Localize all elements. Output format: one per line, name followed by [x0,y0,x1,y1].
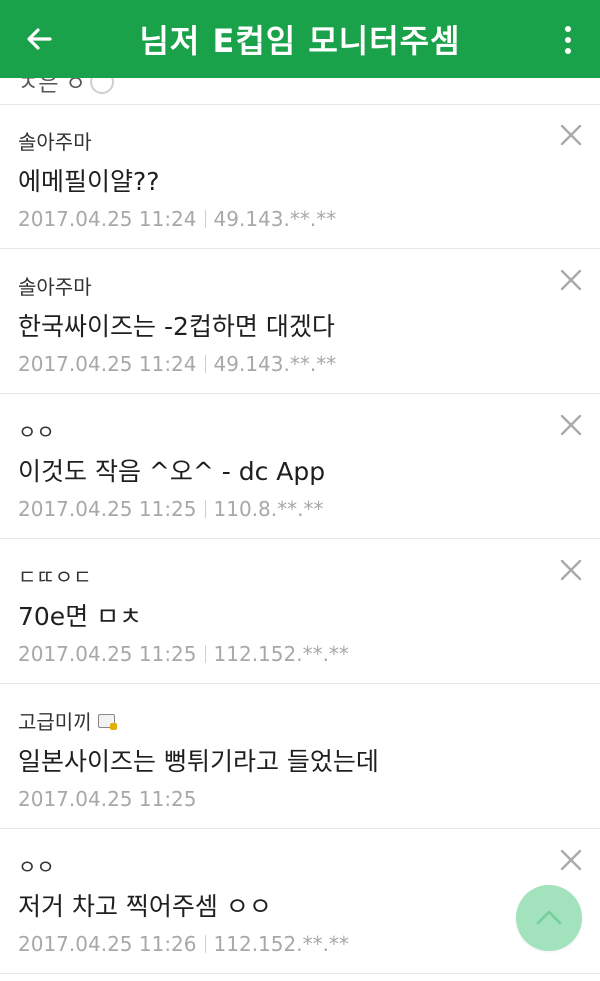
comment-ip: 112.152.**.** [213,932,349,956]
comment-author: 고급미끼 [18,706,117,735]
delete-comment-button[interactable] [558,847,584,873]
delete-comment-button[interactable] [558,267,584,293]
comment-date: 2017.04.25 11:25 [18,642,197,666]
delete-comment-button[interactable] [558,122,584,148]
comment-item: 솔아주마 한국싸이즈는 -2컵하면 대겠다 2017.04.25 11:24 4… [0,249,600,394]
comment-body: 저거 차고 찍어주셈 ㅇㅇ [18,892,272,921]
comment-meta: 2017.04.25 11:25 110.8.**.** [18,497,324,521]
comment-date: 2017.04.25 11:24 [18,352,197,376]
comment-author: ㅇㅇ [18,855,55,879]
comment-author: ㅇㅇ [18,420,55,444]
more-vert-icon [565,26,571,32]
comment-body: 에메필이얄?? [18,167,160,196]
comment-author: 솔아주마 [18,130,92,154]
comment-ip: 49.143.**.** [213,352,337,376]
comment-meta: 2017.04.25 11:25 [18,787,197,811]
meta-divider [204,935,206,953]
comment-date: 2017.04.25 11:25 [18,787,197,811]
meta-divider [204,355,206,373]
member-lock-icon [97,713,117,730]
arrow-left-icon [27,28,52,50]
app-bar: 님저 E컵임 모니터주셈 [0,0,600,78]
delete-comment-button[interactable] [558,557,584,583]
comment-item: ㄷㄸㅇㄷ 70e면 ㅁㅊ 2017.04.25 11:25 112.152.**… [0,539,600,684]
comment-date: 2017.04.25 11:24 [18,207,197,231]
comment-author: 솔아주마 [18,275,92,299]
back-button[interactable] [20,20,58,58]
comment-meta: 2017.04.25 11:25 112.152.**.** [18,642,349,666]
page-title: 님저 E컵임 모니터주셈 [139,22,461,60]
comment-author: ㄷㄸㅇㄷ [18,565,92,589]
comment-body: 이것도 작음 ^오^ - dc App [18,457,326,486]
comment-ip: 110.8.**.** [213,497,324,521]
comment-item: ㅇㅇ 저거 차고 찍어주셈 ㅇㅇ 2017.04.25 11:26 112.15… [0,829,600,974]
comment-ip: 112.152.**.** [213,642,349,666]
comment-ip: 49.143.**.** [213,207,337,231]
comment-body: 70e면 ㅁㅊ [18,602,143,631]
meta-divider [204,645,206,663]
meta-divider [204,210,206,228]
comment-item: 고급미끼 일본사이즈는 뻥튀기라고 들었는데 2017.04.25 11:25 [0,684,600,829]
comment-meta: 2017.04.25 11:26 112.152.**.** [18,932,349,956]
comment-list: 솔아주마 에메필이얄?? 2017.04.25 11:24 49.143.**.… [0,104,600,974]
comment-date: 2017.04.25 11:25 [18,497,197,521]
comment-date: 2017.04.25 11:26 [18,932,197,956]
comment-meta: 2017.04.25 11:24 49.143.**.** [18,352,336,376]
comment-body: 일본사이즈는 뻥튀기라고 들었는데 [18,747,379,776]
comment-item: ㅇㅇ 이것도 작음 ^오^ - dc App 2017.04.25 11:25 … [0,394,600,539]
comment-item: 솔아주마 에메필이얄?? 2017.04.25 11:24 49.143.**.… [0,104,600,249]
comment-meta: 2017.04.25 11:24 49.143.**.** [18,207,336,231]
delete-comment-button[interactable] [558,412,584,438]
chevron-up-icon [536,910,562,925]
scroll-to-top-button[interactable] [516,885,582,951]
comment-body: 한국싸이즈는 -2컵하면 대겠다 [18,312,335,341]
meta-divider [204,500,206,518]
overflow-menu-button[interactable] [554,20,582,60]
